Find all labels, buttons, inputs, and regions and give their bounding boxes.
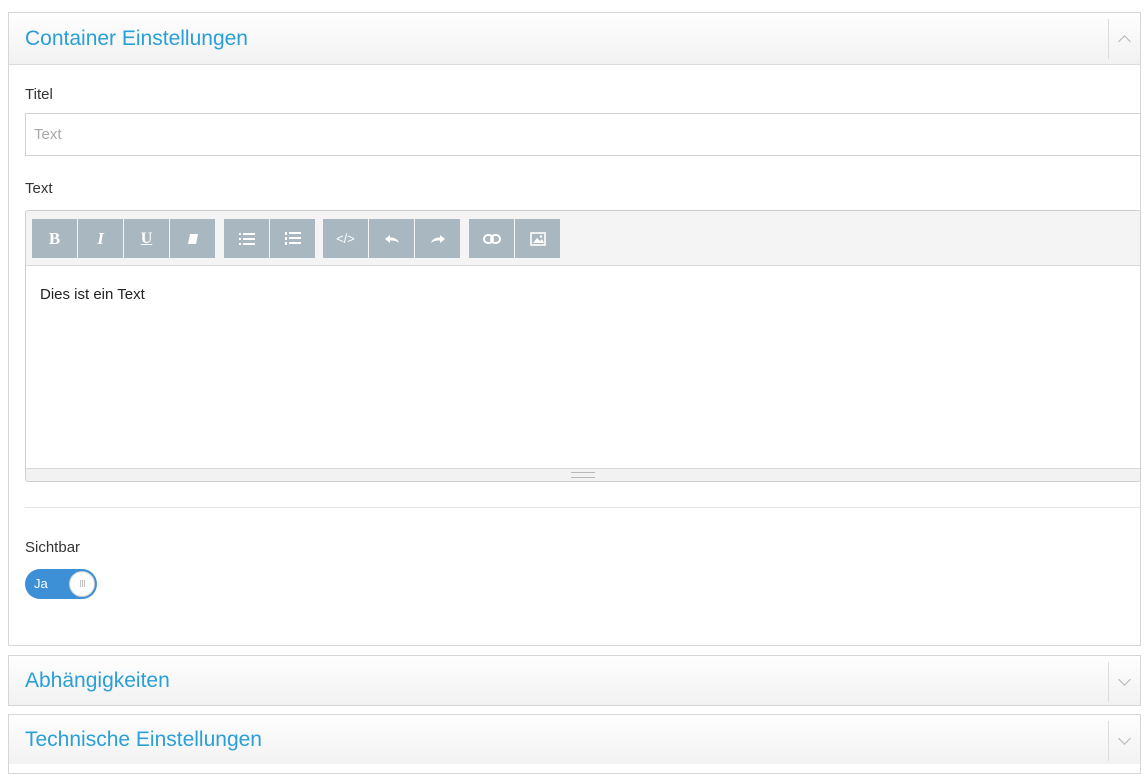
- bold-button[interactable]: B: [32, 219, 77, 258]
- undo-icon: [384, 234, 400, 244]
- image-button[interactable]: [515, 219, 560, 258]
- toggle-knob[interactable]: III: [69, 571, 95, 597]
- italic-icon: I: [97, 228, 104, 248]
- panel-title[interactable]: Container Einstellungen: [25, 13, 248, 65]
- toggle-on-label: Ja: [34, 576, 48, 591]
- link-button[interactable]: [469, 219, 514, 258]
- code-view-icon: </>: [336, 231, 355, 246]
- expand-toggle-button[interactable]: [1108, 721, 1140, 761]
- editor-toolbar: B I U </>: [26, 211, 1140, 266]
- code-view-button[interactable]: </>: [323, 219, 368, 258]
- chevron-down-icon: [1118, 673, 1131, 686]
- underline-icon: U: [140, 229, 153, 247]
- unordered-list-button[interactable]: [224, 219, 269, 258]
- editor-text: Dies ist ein Text: [40, 286, 145, 303]
- toolbar-group-lists: [224, 219, 315, 258]
- redo-icon: [430, 234, 446, 244]
- toolbar-group-format: B I U: [32, 219, 215, 258]
- collapse-toggle-button[interactable]: [1108, 19, 1140, 59]
- image-icon: [529, 231, 546, 246]
- expand-toggle-button[interactable]: [1108, 662, 1140, 702]
- titel-input[interactable]: [25, 113, 1141, 156]
- editor-content-area[interactable]: Dies ist ein Text: [26, 266, 1140, 468]
- ordered-list-button[interactable]: [270, 219, 315, 258]
- toolbar-group-misc: </>: [323, 219, 460, 258]
- editor-resize-handle[interactable]: [26, 468, 1140, 481]
- italic-button[interactable]: I: [78, 219, 123, 258]
- divider: [25, 507, 1141, 508]
- unordered-list-icon: [238, 232, 255, 245]
- sichtbar-label: Sichtbar: [25, 539, 81, 556]
- chevron-down-icon: [1118, 732, 1131, 745]
- link-icon: [482, 233, 501, 244]
- toolbar-group-insert: [469, 219, 560, 258]
- grip-icon: [571, 472, 595, 478]
- panel-abhaengigkeiten: Abhängigkeiten: [8, 655, 1141, 706]
- panel-header-abhaengigkeiten[interactable]: Abhängigkeiten: [9, 656, 1140, 705]
- bold-icon: B: [48, 228, 61, 248]
- panel-header-container-einstellungen[interactable]: Container Einstellungen: [9, 13, 1140, 65]
- undo-button[interactable]: [369, 219, 414, 258]
- panel-title[interactable]: Technische Einstellungen: [25, 715, 262, 764]
- sichtbar-toggle[interactable]: Ja III: [25, 569, 97, 599]
- underline-button[interactable]: U: [124, 219, 169, 258]
- redo-button[interactable]: [415, 219, 460, 258]
- titel-label: Titel: [25, 86, 53, 103]
- text-label: Text: [25, 180, 53, 197]
- panel-title[interactable]: Abhängigkeiten: [25, 656, 170, 705]
- eraser-icon: [186, 233, 200, 245]
- chevron-up-icon: [1118, 35, 1131, 48]
- eraser-button[interactable]: [170, 219, 215, 258]
- rich-text-editor: B I U </> Dies ist ein Text: [25, 210, 1141, 482]
- grip-lines-icon: III: [79, 578, 86, 590]
- ordered-list-icon: [284, 232, 301, 245]
- panel-technische-einstellungen: Technische Einstellungen: [8, 714, 1141, 774]
- panel-header-technische-einstellungen[interactable]: Technische Einstellungen: [9, 715, 1140, 764]
- panel-container-einstellungen: Container Einstellungen Titel Text B I U: [8, 12, 1141, 646]
